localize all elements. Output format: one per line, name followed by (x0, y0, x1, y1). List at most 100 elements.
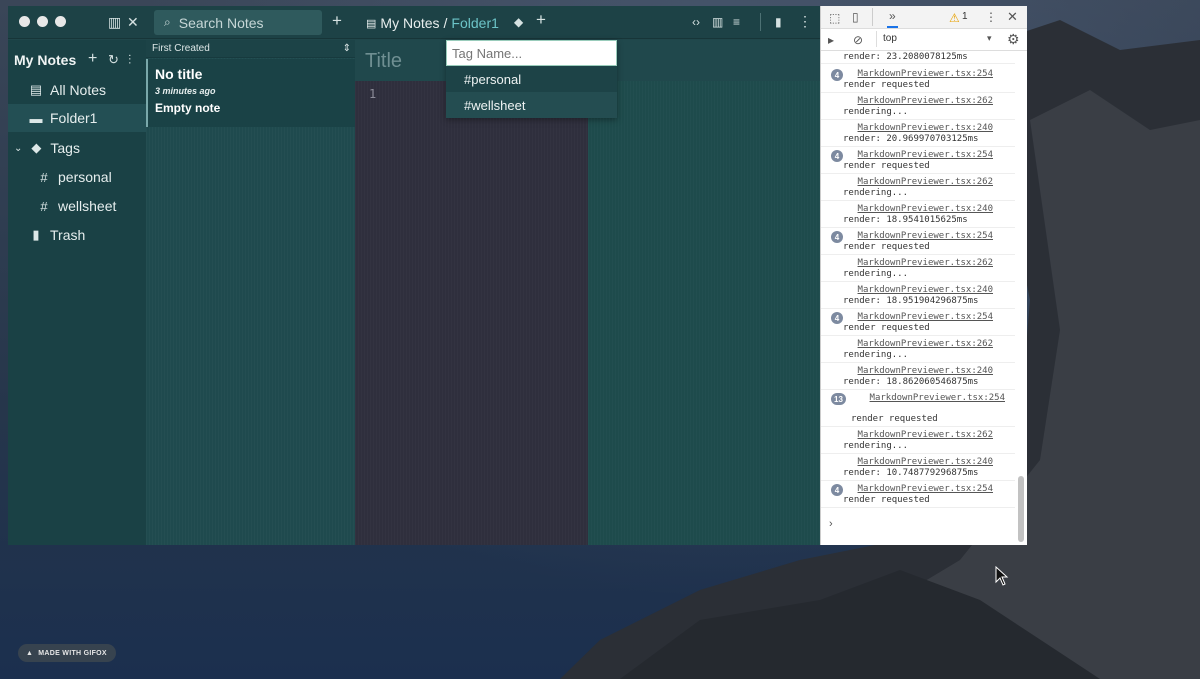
more-tabs-icon[interactable]: » (887, 9, 898, 28)
console-log-row: MarkdownPreviewer.tsx:240 render: 18.8620… (821, 363, 1015, 390)
sidebar-item-label: Folder1 (50, 110, 98, 126)
gear-icon[interactable]: ⚙ (1007, 31, 1020, 48)
gifox-label: MADE WITH GIFOX (38, 649, 107, 657)
tag-name-input[interactable] (446, 40, 617, 66)
maximize-window-button[interactable] (55, 16, 66, 27)
source-link[interactable]: MarkdownPreviewer.tsx:262 (858, 258, 993, 268)
add-folder-button[interactable]: + (88, 51, 97, 67)
console-log-row: MarkdownPreviewer.tsx:262 rendering... (821, 336, 1015, 363)
repeat-count-badge: 4 (831, 231, 843, 243)
source-link[interactable]: MarkdownPreviewer.tsx:240 (858, 366, 993, 376)
sidebar-title: My Notes (14, 52, 77, 68)
sidebar-item-label: wellsheet (58, 198, 117, 214)
sidebar-item-tags[interactable]: ⌄ ◆ Tags (8, 134, 146, 162)
source-link[interactable]: MarkdownPreviewer.tsx:240 (858, 285, 993, 295)
sidebar-item-tag-personal[interactable]: # personal (8, 163, 146, 191)
minimize-window-button[interactable] (37, 16, 48, 27)
sidebar-item-trash[interactable]: ▮ Trash (8, 221, 146, 249)
console-log-row: MarkdownPreviewer.tsx:240 render: 20.9699… (821, 120, 1015, 147)
source-link[interactable]: MarkdownPreviewer.tsx:254 (858, 69, 993, 79)
tag-option-wellsheet[interactable]: # wellsheet (446, 92, 617, 118)
devtools-panel: ⬚ ▯ » ⚠ 1 ⋮ ✕ ▸ ⊘ top ▾ ⚙ render: 23.208… (820, 6, 1027, 545)
toolbar-divider (876, 31, 877, 47)
source-link[interactable]: MarkdownPreviewer.tsx:254 (858, 231, 993, 241)
tools-icon[interactable]: ✕ (127, 15, 139, 29)
code-editor-pane[interactable]: 1 (355, 81, 588, 545)
console-log-row: MarkdownPreviewer.tsx:262 rendering... (821, 427, 1015, 454)
context-selector[interactable]: top (883, 33, 897, 44)
tab-divider (872, 8, 873, 26)
sidebar-toggle-icon[interactable]: ▸ (828, 33, 834, 47)
sidebar-item-all-notes[interactable]: ▤ All Notes (8, 76, 146, 104)
sort-selector[interactable]: First Created ⇕ (146, 40, 355, 58)
top-toolbar: ▥ ✕ ⌕ Search Notes + ▤ My Notes / Folder… (8, 6, 820, 39)
console-log-row: MarkdownPreviewer.tsx:240 render: 10.7487… (821, 454, 1015, 481)
search-input[interactable]: ⌕ Search Notes (154, 10, 322, 35)
close-window-button[interactable] (19, 16, 30, 27)
clear-console-icon[interactable]: ⊘ (853, 33, 863, 47)
breadcrumb-root[interactable]: My Notes (380, 15, 439, 31)
log-message: render: 18.9541015625ms (843, 215, 968, 225)
repeat-count-badge: 13 (831, 393, 846, 405)
log-message: rendering... (843, 441, 909, 451)
source-link[interactable]: MarkdownPreviewer.tsx:240 (858, 457, 993, 467)
log-message: rendering... (843, 350, 909, 360)
log-message: render requested (843, 80, 930, 90)
console-log-row: 4 MarkdownPreviewer.tsx:254 render request… (821, 228, 1015, 255)
console-log-row: 4 MarkdownPreviewer.tsx:254 render request… (821, 481, 1015, 508)
console-prompt-icon[interactable]: › (829, 518, 833, 530)
source-link[interactable]: MarkdownPreviewer.tsx:262 (858, 96, 993, 106)
tag-option-label: wellsheet (471, 97, 526, 113)
sidebar-item-tag-wellsheet[interactable]: # wellsheet (8, 192, 146, 220)
breadcrumb-current[interactable]: Folder1 (451, 15, 498, 31)
add-tag-button[interactable]: + (536, 11, 546, 28)
source-link[interactable]: MarkdownPreviewer.tsx:254 (865, 393, 1005, 403)
book-icon: ▤ (29, 82, 43, 97)
source-link[interactable]: MarkdownPreviewer.tsx:262 (858, 177, 993, 187)
log-message: render: 18.862060546875ms (843, 377, 979, 387)
source-link[interactable]: MarkdownPreviewer.tsx:254 (858, 150, 993, 160)
inspect-icon[interactable]: ⬚ (829, 11, 840, 25)
sidebar-item-folder1[interactable]: ▬ Folder1 (8, 104, 146, 132)
devtools-menu-icon[interactable]: ⋮ (985, 10, 997, 24)
tag-option-personal[interactable]: # personal (446, 66, 617, 92)
repeat-count-badge: 4 (831, 484, 843, 496)
console-toolbar: ▸ ⊘ top ▾ ⚙ (821, 29, 1027, 51)
trash-icon[interactable]: ▮ (775, 15, 782, 29)
split-view-icon[interactable]: ▥ (712, 15, 723, 29)
log-message: render requested (843, 323, 930, 333)
chevron-down-icon: ⌄ (14, 142, 23, 154)
more-menu-icon[interactable]: ⋮ (798, 14, 812, 28)
source-link[interactable]: MarkdownPreviewer.tsx:262 (858, 339, 993, 349)
tag-icon[interactable]: ◆ (514, 15, 523, 29)
devtools-tabbar: ⬚ ▯ » ⚠ 1 ⋮ ✕ (821, 6, 1027, 29)
tag-icon: ◆ (31, 140, 42, 155)
console-log-row: 4 MarkdownPreviewer.tsx:254 render request… (821, 147, 1015, 174)
preview-view-icon[interactable]: ≡ (733, 15, 740, 29)
settings-icon[interactable]: ⫶ (128, 53, 131, 67)
code-view-icon[interactable]: ‹› (692, 15, 700, 29)
sidebar-item-label: personal (58, 169, 112, 185)
warning-icon[interactable]: ⚠ (949, 11, 960, 25)
console-scrollbar[interactable] (1018, 476, 1024, 542)
device-toolbar-icon[interactable]: ▯ (852, 10, 859, 24)
source-link[interactable]: MarkdownPreviewer.tsx:240 (858, 123, 993, 133)
library-icon[interactable]: ▥ (108, 15, 121, 29)
close-icon[interactable]: ✕ (1007, 9, 1018, 25)
sync-icon[interactable]: ↻ (108, 53, 119, 67)
console-log-row: render: 23.2080078125ms (821, 52, 1015, 64)
hash-icon: # (40, 169, 48, 185)
source-link[interactable]: MarkdownPreviewer.tsx:254 (858, 312, 993, 322)
repeat-count-badge: 4 (831, 312, 843, 324)
new-note-button[interactable]: + (332, 12, 342, 29)
note-list-item[interactable]: No title 3 minutes ago Empty note (146, 59, 355, 127)
title-input[interactable]: Title (365, 50, 402, 73)
line-number: 1 (369, 87, 377, 101)
source-link[interactable]: MarkdownPreviewer.tsx:240 (858, 204, 993, 214)
console-log-area: render: 23.2080078125ms 4 MarkdownPreview… (821, 52, 1018, 545)
mouse-cursor-icon (995, 566, 1009, 586)
console-log-row: MarkdownPreviewer.tsx:262 rendering... (821, 255, 1015, 282)
source-link[interactable]: MarkdownPreviewer.tsx:262 (858, 430, 993, 440)
source-link[interactable]: MarkdownPreviewer.tsx:254 (858, 484, 993, 494)
log-message: render: 23.2080078125ms (843, 52, 968, 62)
